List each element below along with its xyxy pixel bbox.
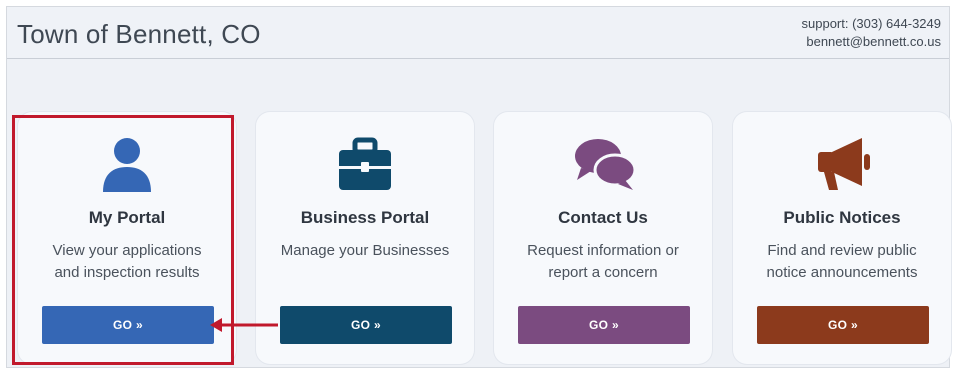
card-public-notices: Public Notices Find and review public no… xyxy=(733,112,951,364)
card-my-portal: My Portal View your applications and ins… xyxy=(18,112,236,364)
my-portal-go-button[interactable]: GO » xyxy=(42,306,214,344)
support-email[interactable]: bennett@bennett.co.us xyxy=(802,33,941,51)
person-icon xyxy=(97,134,157,194)
card-title: Public Notices xyxy=(783,208,901,227)
contact-us-go-button[interactable]: GO » xyxy=(518,306,690,344)
business-portal-go-button[interactable]: GO » xyxy=(280,306,452,344)
card-title: Contact Us xyxy=(558,208,648,227)
card-description-line: Find and review public xyxy=(767,242,917,259)
chat-bubbles-icon xyxy=(573,134,637,194)
support-contact: support: (303) 644-3249 bennett@bennett.… xyxy=(802,15,941,51)
card-description: Manage your Businesses xyxy=(266,240,464,262)
card-title: My Portal xyxy=(88,208,166,227)
card-description: Request information or report a concern xyxy=(504,240,702,284)
site-header: Town of Bennett, CO support: (303) 644-3… xyxy=(7,7,949,59)
card-description-line: Manage your Businesses xyxy=(280,242,450,259)
card-title: Business Portal xyxy=(300,208,430,227)
support-phone: support: (303) 644-3249 xyxy=(801,16,941,31)
public-notices-go-button[interactable]: GO » xyxy=(757,306,929,344)
site-title: Town of Bennett, CO xyxy=(17,19,261,49)
card-description-line: and inspection results xyxy=(54,264,200,281)
briefcase-icon xyxy=(335,134,395,194)
annotation-arrow-icon xyxy=(210,318,278,332)
card-description-line: View your applications xyxy=(52,242,202,259)
card-description-line: Request information or xyxy=(527,242,679,259)
card-description: Find and review public notice announceme… xyxy=(743,240,941,284)
card-description: View your applications and inspection re… xyxy=(28,240,226,284)
card-business-portal: Business Portal Manage your Businesses G… xyxy=(256,112,474,364)
megaphone-icon xyxy=(812,134,872,194)
card-description-line: notice announcements xyxy=(766,264,918,281)
card-description-line: report a concern xyxy=(548,264,658,281)
card-contact-us: Contact Us Request information or report… xyxy=(494,112,712,364)
